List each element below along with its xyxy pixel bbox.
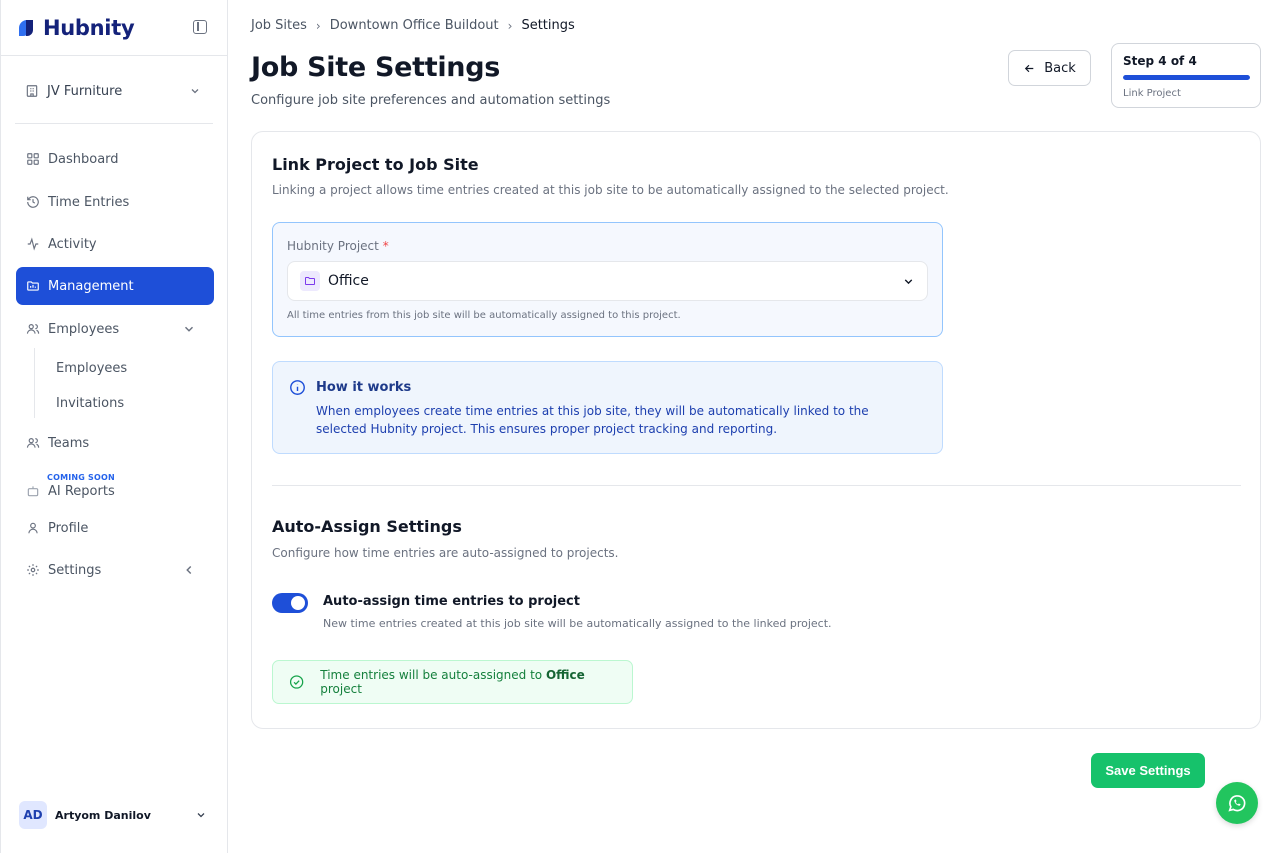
folder-icon	[300, 271, 320, 291]
sidebar-subitem-invitations[interactable]: Invitations	[56, 396, 124, 411]
sidebar-subitem-employees[interactable]: Employees	[56, 361, 127, 376]
grid-icon	[27, 153, 39, 165]
breadcrumb-job-sites[interactable]: Job Sites	[251, 18, 307, 33]
info-title: How it works	[316, 380, 412, 395]
project-select-value: Office	[328, 273, 369, 289]
users-icon	[26, 438, 40, 448]
avatar: AD	[19, 801, 47, 829]
how-it-works-box: How it works When employees create time …	[272, 361, 943, 454]
breadcrumb-separator-icon: ›	[507, 18, 513, 33]
sidebar-item-settings[interactable]: Settings	[16, 551, 214, 589]
org-name: JV Furniture	[47, 83, 123, 99]
sidebar-item-time-entries[interactable]: Time Entries	[16, 183, 214, 221]
section-divider	[272, 485, 1241, 486]
sidebar-item-label: Time Entries	[48, 194, 130, 210]
sidebar-item-ai-reports[interactable]: AI Reports	[16, 476, 214, 506]
step-label: Link Project	[1123, 88, 1181, 99]
back-label: Back	[1044, 60, 1076, 76]
required-mark: *	[382, 239, 389, 253]
back-button[interactable]: Back	[1008, 50, 1091, 86]
status-text: Time entries will be auto-assigned to Of…	[320, 668, 616, 696]
field-label-text: Hubnity Project	[287, 239, 379, 253]
building-icon	[26, 85, 38, 97]
project-field-label: Hubnity Project *	[287, 239, 389, 253]
project-field-box: Hubnity Project * Office All time entrie…	[272, 222, 943, 337]
history-icon	[27, 196, 39, 208]
info-text: When employees create time entries at th…	[316, 404, 869, 436]
sidebar-item-label: Management	[48, 278, 134, 294]
sidebar-item-label: AI Reports	[48, 483, 115, 499]
sidebar-item-label: Dashboard	[48, 151, 119, 167]
bot-icon	[27, 486, 39, 497]
step-progress-bar	[1123, 75, 1250, 80]
sidebar: Hubnity JV Furniture Dashboard Time Entr…	[0, 0, 228, 853]
sidebar-item-activity[interactable]: Activity	[16, 225, 214, 263]
user-menu[interactable]: AD Artyom Danilov	[15, 796, 215, 834]
status-project: Office	[545, 668, 585, 682]
sidebar-item-profile[interactable]: Profile	[16, 509, 214, 547]
chevron-down-icon	[184, 326, 194, 332]
sidebar-item-label: Employees	[48, 321, 120, 337]
link-section-title: Link Project to Job Site	[272, 155, 479, 174]
toggle-description: New time entries created at this job sit…	[323, 617, 832, 630]
gear-icon	[27, 564, 39, 576]
sidebar-collapse-icon[interactable]	[193, 20, 207, 34]
project-field-help: All time entries from this job site will…	[287, 310, 681, 321]
user-icon	[28, 522, 38, 534]
sidebar-item-label: Activity	[48, 236, 97, 252]
users-icon	[26, 324, 40, 334]
status-prefix: Time entries will be auto-assigned to	[320, 668, 543, 682]
auto-section-title: Auto-Assign Settings	[272, 517, 462, 536]
sidebar-item-employees[interactable]: Employees	[16, 310, 214, 348]
sidebar-item-label: Teams	[48, 435, 90, 451]
chevron-down-icon	[904, 279, 913, 285]
step-title: Step 4 of 4	[1123, 54, 1197, 68]
status-suffix: project	[320, 682, 362, 696]
info-icon	[290, 380, 305, 395]
chevron-down-icon	[191, 89, 199, 94]
pulse-icon	[27, 237, 39, 251]
chevron-down-icon	[197, 813, 205, 818]
folder-chart-icon	[27, 281, 39, 291]
page-subtitle: Configure job site preferences and autom…	[251, 93, 611, 108]
sidebar-item-teams[interactable]: Teams	[16, 424, 214, 462]
auto-assign-status: Time entries will be auto-assigned to Of…	[272, 660, 633, 704]
toggle-label: Auto-assign time entries to project	[323, 594, 580, 609]
auto-section-description: Configure how time entries are auto-assi…	[272, 546, 619, 560]
submenu-line	[34, 348, 35, 418]
breadcrumb-current: Settings	[521, 18, 575, 33]
whatsapp-icon	[1228, 795, 1246, 812]
project-select[interactable]: Office	[287, 261, 928, 301]
whatsapp-chat-button[interactable]	[1216, 782, 1258, 824]
breadcrumb-separator-icon: ›	[315, 18, 321, 33]
hubnity-logo-icon	[19, 19, 33, 36]
sidebar-item-management[interactable]: Management	[16, 267, 214, 305]
sidebar-divider	[15, 123, 213, 124]
check-circle-icon	[289, 675, 304, 689]
save-settings-button[interactable]: Save Settings	[1091, 753, 1205, 788]
auto-assign-toggle[interactable]	[272, 593, 308, 613]
sidebar-item-label: Settings	[48, 562, 102, 578]
arrow-left-icon	[1025, 64, 1034, 72]
org-switcher[interactable]: JV Furniture	[15, 74, 213, 108]
brand-header: Hubnity	[1, 0, 227, 56]
sidebar-item-label: Profile	[48, 520, 89, 536]
settings-card: Link Project to Job Site Linking a proje…	[251, 131, 1261, 729]
sidebar-item-dashboard[interactable]: Dashboard	[16, 140, 214, 178]
chevron-left-icon	[186, 565, 192, 575]
page-title: Job Site Settings	[251, 52, 500, 83]
step-progress-fill	[1123, 75, 1250, 80]
breadcrumb: Job Sites › Downtown Office Buildout › S…	[251, 18, 575, 33]
brand-name: Hubnity	[43, 15, 135, 40]
breadcrumb-job-site[interactable]: Downtown Office Buildout	[330, 18, 499, 33]
link-section-description: Linking a project allows time entries cr…	[272, 183, 949, 197]
user-name: Artyom Danilov	[55, 808, 151, 822]
step-indicator: Step 4 of 4 Link Project	[1111, 43, 1261, 108]
